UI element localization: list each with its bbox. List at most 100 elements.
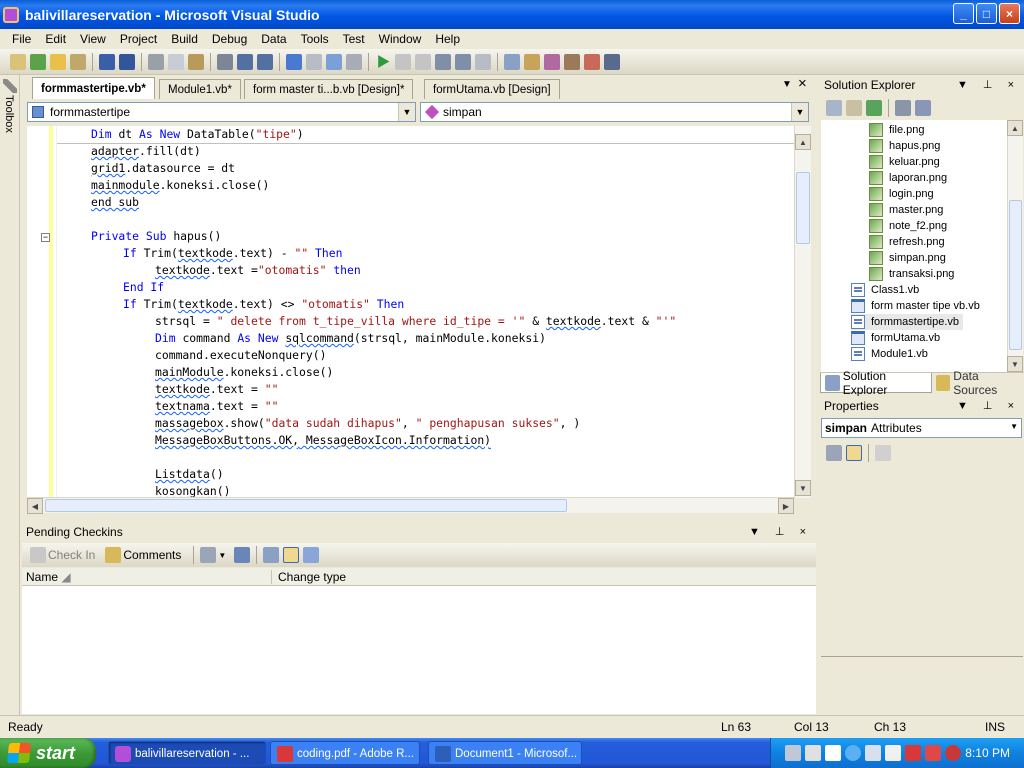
tree-item[interactable]: formUtama.vb [851, 330, 940, 346]
minimize-button[interactable]: _ [953, 3, 974, 24]
tray-help-icon[interactable] [825, 745, 841, 761]
tree-item[interactable]: Module1.vb [851, 346, 928, 362]
tree-item[interactable]: Class1.vb [851, 282, 919, 298]
refresh-icon[interactable] [866, 100, 882, 116]
tray-show-hidden-icon[interactable] [845, 745, 861, 761]
tab-formutama-design[interactable]: formUtama.vb [Design] [424, 79, 560, 99]
indent-icon[interactable] [237, 53, 253, 70]
scroll-right-icon[interactable]: ▶ [778, 498, 794, 514]
close-document-icon[interactable]: × [798, 75, 807, 92]
editor-horizontal-scrollbar[interactable]: ◀ ▶ [27, 497, 794, 514]
categorized-icon[interactable] [826, 445, 842, 461]
taskbar-item-visual-studio[interactable]: balivillareservation - ... [108, 741, 266, 765]
show-all-files-icon[interactable] [846, 100, 862, 116]
properties-icon[interactable] [826, 100, 842, 116]
tray-security-icon[interactable] [925, 745, 941, 761]
menu-debug[interactable]: Debug [205, 29, 254, 49]
chevron-down-icon[interactable]: ▼ [1010, 422, 1018, 431]
copy-icon[interactable] [168, 53, 184, 70]
menu-tools[interactable]: Tools [294, 29, 336, 49]
chevron-down-icon[interactable]: ▼ [218, 551, 226, 560]
tree-item[interactable]: hapus.png [869, 138, 940, 154]
tree-item[interactable]: refresh.png [869, 234, 945, 250]
tree-item[interactable]: master.png [869, 202, 943, 218]
scroll-thumb[interactable] [45, 499, 567, 512]
step-out-icon[interactable] [475, 53, 491, 70]
tab-list-dropdown-icon[interactable]: ▼ [782, 79, 792, 90]
properties-grid[interactable] [821, 466, 1023, 656]
tray-antivirus-icon[interactable] [945, 745, 961, 761]
tray-keyboard-icon[interactable] [805, 745, 821, 761]
menu-help[interactable]: Help [428, 29, 467, 49]
tray-network-icon[interactable] [865, 745, 881, 761]
stop-icon[interactable] [415, 53, 431, 70]
tree-item[interactable]: login.png [869, 186, 934, 202]
menu-project[interactable]: Project [113, 29, 164, 49]
solution-explorer-icon[interactable] [504, 53, 520, 70]
menu-window[interactable]: Window [372, 29, 429, 49]
flat-view-icon[interactable] [283, 547, 300, 563]
undo-icon[interactable] [286, 53, 302, 70]
panel-window-buttons[interactable]: ▼ ⊥ × [957, 75, 1020, 95]
solution-tree-scrollbar[interactable]: ▲ ▼ [1007, 120, 1023, 372]
start-debugging-icon[interactable] [378, 55, 390, 68]
comments-button[interactable]: Comments [123, 548, 181, 562]
column-header-name[interactable]: Name ◢ [22, 569, 272, 584]
scroll-left-icon[interactable]: ◀ [27, 498, 43, 514]
start-button[interactable]: start [0, 738, 96, 768]
menu-test[interactable]: Test [336, 29, 372, 49]
object-browser-icon[interactable] [544, 53, 560, 70]
outdent-icon[interactable] [257, 53, 273, 70]
scroll-down-icon[interactable]: ▼ [795, 480, 811, 496]
tree-item[interactable]: transaksi.png [869, 266, 954, 282]
close-button[interactable]: × [999, 3, 1020, 24]
step-into-icon[interactable] [435, 53, 451, 70]
navigate-icon[interactable] [326, 53, 342, 70]
find-in-files-icon[interactable] [346, 53, 362, 70]
tree-item[interactable]: form master tipe vb.vb [851, 298, 980, 314]
tree-item[interactable]: laporan.png [869, 170, 947, 186]
tab-data-sources[interactable]: Data Sources [932, 369, 1024, 397]
add-item-icon[interactable] [30, 53, 46, 70]
check-in-button[interactable]: Check In [48, 548, 95, 562]
toolbox-strip[interactable]: Toolbox [0, 75, 20, 715]
open-file-icon[interactable] [50, 53, 66, 70]
tab-module1-vb[interactable]: Module1.vb* [159, 79, 241, 99]
panel-window-buttons[interactable]: ▼ ⊥ × [957, 396, 1020, 416]
tray-bluetooth-icon[interactable] [885, 745, 901, 761]
scroll-thumb[interactable] [1009, 200, 1022, 350]
chevron-down-icon[interactable]: ▼ [791, 103, 808, 121]
paste-icon[interactable] [188, 53, 204, 70]
tray-acrobat-icon[interactable] [905, 745, 921, 761]
tree-item[interactable]: file.png [869, 122, 924, 138]
taskbar-item-word[interactable]: Document1 - Microsof... [428, 741, 582, 765]
menu-data[interactable]: Data [254, 29, 293, 49]
tree-item[interactable]: note_f2.png [869, 218, 947, 234]
properties-window-icon[interactable] [524, 53, 540, 70]
command-window-icon[interactable] [604, 53, 620, 70]
find-icon[interactable] [217, 53, 233, 70]
tree-item-selected[interactable]: formmastertipe.vb [851, 314, 964, 330]
start-page-icon[interactable] [584, 53, 600, 70]
scroll-thumb[interactable] [796, 172, 810, 244]
sort-icon[interactable] [234, 547, 251, 563]
view-code-icon[interactable] [895, 100, 911, 116]
collapse-icon[interactable]: − [41, 233, 50, 242]
view-options-icon[interactable] [200, 547, 217, 563]
property-pages-icon[interactable] [875, 445, 891, 461]
menu-edit[interactable]: Edit [38, 29, 73, 49]
method-name-combo[interactable]: simpan ▼ [420, 102, 809, 122]
view-designer-icon[interactable] [915, 100, 931, 116]
new-project-icon[interactable] [10, 53, 26, 70]
tab-form-master-tipe-design[interactable]: form master ti...b.vb [Design]* [244, 79, 414, 99]
tray-tool-icon[interactable] [785, 745, 801, 761]
properties-object-combo[interactable]: simpan Attributes ▼ [821, 418, 1022, 438]
add-new-item-icon[interactable] [70, 53, 86, 70]
maximize-button[interactable]: □ [976, 3, 997, 24]
scroll-up-icon[interactable]: ▲ [795, 134, 811, 150]
source-files-icon[interactable] [263, 547, 280, 563]
menu-view[interactable]: View [73, 29, 113, 49]
taskbar-item-adobe-reader[interactable]: coding.pdf - Adobe R... [270, 741, 420, 765]
code-editor[interactable]: − Dim dt As New DataTable("tipe") adapte… [27, 126, 794, 498]
column-header-change-type[interactable]: Change type [272, 570, 814, 584]
